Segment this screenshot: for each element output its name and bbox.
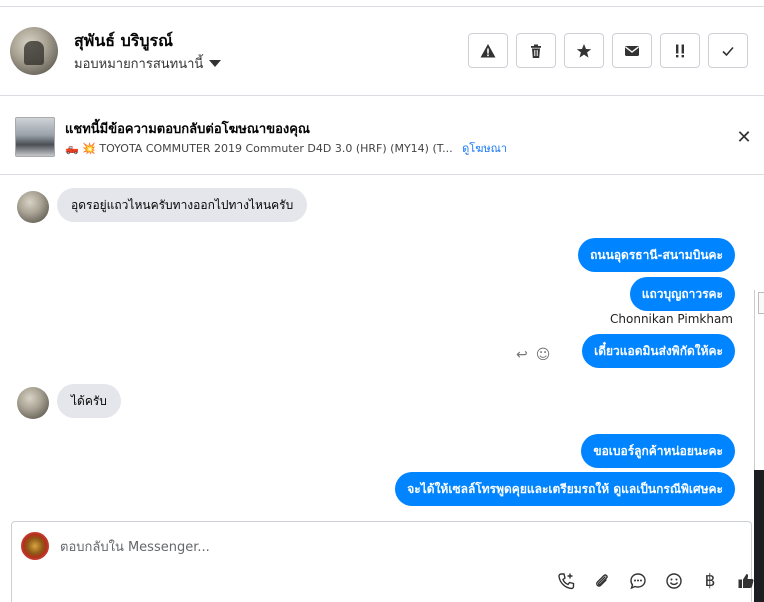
emoji-icon[interactable]: [661, 569, 687, 593]
report-button[interactable]: [468, 33, 508, 68]
conversation-header: สุพันธ์ บริบูรณ์ มอบหมายการสนทนานี้: [0, 7, 764, 96]
reply-composer: ตอบกลับใน Messenger... ฿: [11, 521, 754, 602]
outgoing-message[interactable]: ถนนอุดรธานี-สนามบินคะ: [578, 238, 735, 272]
contact-avatar[interactable]: [10, 27, 58, 75]
envelope-icon: [625, 45, 639, 56]
mark-done-button[interactable]: [708, 33, 748, 68]
caret-down-icon: [209, 60, 222, 67]
assign-label: มอบหมายการสนทนานี้: [74, 57, 204, 72]
side-panel-control[interactable]: [758, 292, 764, 314]
incoming-message[interactable]: อุดรอยู่แถวไหนครับทางออกไปทางไหนครับ: [57, 188, 308, 222]
react-emoji-icon[interactable]: ☺: [536, 347, 551, 363]
ad-banner-title: แชทนี้มีข้อความตอบกลับต่อโฆษณาของคุณ: [65, 122, 310, 137]
check-icon: [722, 46, 734, 56]
outgoing-message[interactable]: จะได้ให้เซลล์โทรพูดคุยและเตรียมรถให้ ดูแ…: [395, 472, 735, 506]
attachment-icon[interactable]: [589, 569, 615, 593]
header-actions: [468, 33, 748, 68]
ad-reply-banner: แชทนี้มีข้อความตอบกลับต่อโฆษณาของคุณ 🛻 💥…: [0, 97, 764, 175]
star-icon: [576, 43, 592, 58]
like-icon[interactable]: [733, 569, 759, 593]
mark-unread-button[interactable]: [612, 33, 652, 68]
saved-replies-icon[interactable]: [625, 569, 651, 593]
add-call-icon[interactable]: [553, 569, 579, 593]
ad-banner-description: 🛻 💥 TOYOTA COMMUTER 2019 Commuter D4D 3.…: [65, 139, 507, 157]
baht-payment-icon[interactable]: ฿: [697, 569, 723, 593]
view-ad-link[interactable]: ดูโฆษณา: [462, 142, 507, 155]
reply-input[interactable]: ตอบกลับใน Messenger...: [60, 536, 210, 557]
ad-thumbnail[interactable]: [15, 117, 55, 157]
ad-description-text: 🛻 💥 TOYOTA COMMUTER 2019 Commuter D4D 3.…: [65, 142, 453, 155]
close-icon[interactable]: ✕: [734, 127, 754, 148]
outgoing-message[interactable]: เดี๋ยวแอดมินส่งพิกัดให้คะ: [582, 334, 735, 368]
star-button[interactable]: [564, 33, 604, 68]
warning-icon: [480, 43, 496, 57]
trash-icon: [531, 44, 541, 58]
sender-avatar[interactable]: [17, 191, 49, 223]
assign-conversation-dropdown[interactable]: มอบหมายการสนทนานี้: [74, 53, 222, 74]
sender-name-label: Chonnikan Pimkham: [610, 312, 733, 326]
messenger-conversation: สุพันธ์ บริบูรณ์ มอบหมายการสนทนานี้ แชทน…: [0, 0, 764, 602]
composer-tools: ฿: [553, 569, 759, 593]
sender-avatar[interactable]: [17, 387, 49, 419]
outgoing-message[interactable]: ขอเบอร์ลูกค้าหน่อยนะคะ: [581, 434, 735, 468]
priority-button[interactable]: [660, 33, 700, 68]
delete-button[interactable]: [516, 33, 556, 68]
message-actions: ↩ ☺: [516, 347, 550, 363]
reply-icon[interactable]: ↩: [516, 347, 528, 363]
exclamation-icon: [676, 44, 684, 57]
page-avatar: [21, 532, 49, 560]
contact-name[interactable]: สุพันธ์ บริบูรณ์: [74, 29, 173, 54]
outgoing-message[interactable]: แถวบุญถาวรคะ: [629, 277, 735, 311]
incoming-message[interactable]: ได้ครับ: [57, 384, 121, 418]
